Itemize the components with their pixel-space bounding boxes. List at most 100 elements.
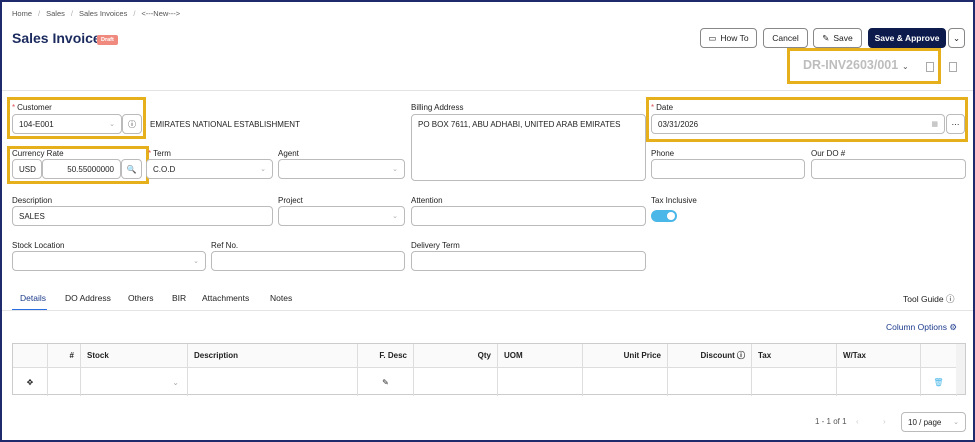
prev-page-chevron-left-icon[interactable]: ‹	[856, 417, 859, 426]
book-icon: ▭	[708, 32, 717, 43]
description-cell[interactable]	[188, 368, 358, 396]
column-options-link[interactable]: Column Options ⚙	[886, 322, 957, 333]
qty-cell[interactable]	[414, 368, 498, 396]
customer-name: EMIRATES NATIONAL ESTABLISHMENT	[150, 120, 300, 129]
doc-number-chevron-down-icon[interactable]: ⌄	[902, 62, 909, 71]
chevron-down-icon: ⌄	[109, 121, 115, 128]
customer-code-select[interactable]: 104-E001 ⌄	[12, 114, 122, 134]
chevron-down-icon: ⌄	[953, 419, 959, 426]
unit-price-cell[interactable]	[583, 368, 668, 396]
save-approve-button[interactable]: Save & Approve	[868, 28, 946, 48]
line-items-grid: # Stock Description F. Desc Qty UOM Unit…	[12, 343, 966, 396]
grid-header-discount: Discount ⓘ	[668, 344, 752, 368]
grid-header-description: Description	[188, 344, 358, 368]
pager-range: 1 - 1 of 1	[815, 417, 847, 426]
chevron-down-icon: ⌄	[260, 166, 266, 173]
tool-guide-link[interactable]: Tool Guide ⓘ	[903, 293, 955, 305]
discount-cell[interactable]	[668, 368, 752, 396]
calendar-icon: ▦	[931, 121, 938, 128]
grid-header-tax: Tax	[752, 344, 837, 368]
breadcrumb-home[interactable]: Home	[12, 9, 32, 18]
attention-label: Attention	[411, 196, 443, 205]
date-input[interactable]: 03/31/2026 ▦	[651, 114, 945, 134]
stock-select[interactable]: ⌄	[81, 368, 188, 396]
phone-input[interactable]	[651, 159, 805, 179]
grid-header-qty: Qty	[414, 344, 498, 368]
next-page-chevron-right-icon[interactable]: ›	[883, 417, 886, 426]
grid-header-uom: UOM	[498, 344, 583, 368]
date-label: * Date	[651, 103, 674, 112]
document-number: DR-INV2603/001	[803, 58, 899, 72]
trash-icon[interactable]: 🗑	[921, 368, 957, 396]
attention-input[interactable]	[411, 206, 646, 226]
delivery-term-input[interactable]	[411, 251, 646, 271]
page-title: Sales Invoice	[12, 30, 101, 46]
ellipsis-icon[interactable]: ⋯	[946, 114, 965, 134]
tax-inclusive-toggle[interactable]	[651, 210, 677, 222]
grid-header-number: #	[48, 344, 81, 368]
search-icon[interactable]: 🔍	[121, 159, 142, 179]
delivery-term-label: Delivery Term	[411, 241, 460, 250]
agent-label: Agent	[278, 149, 299, 158]
phone-label: Phone	[651, 149, 675, 158]
currency-rate-input[interactable]: 50.55000000	[42, 159, 121, 179]
tab-attachments[interactable]: Attachments	[202, 293, 249, 303]
tax-inclusive-label: Tax Inclusive	[651, 196, 697, 205]
our-do-input[interactable]	[811, 159, 966, 179]
chevron-down-icon: ⌄	[392, 166, 398, 173]
gear-icon: ⚙	[949, 322, 957, 332]
notes-icon[interactable]	[949, 62, 957, 72]
agent-select[interactable]: ⌄	[278, 159, 405, 179]
currency-code[interactable]: USD	[12, 159, 42, 179]
tabs-divider	[2, 310, 973, 311]
ref-no-label: Ref No.	[211, 241, 239, 250]
save-button[interactable]: ✎ Save	[813, 28, 862, 48]
header-divider	[2, 90, 973, 91]
billing-address-label: Billing Address	[411, 103, 464, 112]
how-to-button[interactable]: ▭ How To	[700, 28, 757, 48]
grid-header-unit-price: Unit Price	[583, 344, 668, 368]
currency-rate-label: Currency Rate	[12, 149, 64, 158]
project-select[interactable]: ⌄	[278, 206, 405, 226]
page-size-select[interactable]: 10 / page ⌄	[901, 412, 966, 432]
chevron-down-icon: ⌄	[193, 258, 199, 265]
tab-others[interactable]: Others	[128, 293, 154, 303]
grid-header-wtax: W/Tax	[837, 344, 921, 368]
status-badge: Draft	[97, 35, 118, 45]
drag-handle-icon[interactable]: ✥	[13, 368, 48, 396]
info-icon: ⓘ	[946, 294, 955, 304]
pencil-icon: ✎	[822, 32, 830, 43]
term-select[interactable]: C.O.D ⌄	[146, 159, 273, 179]
pencil-icon[interactable]: ✎	[358, 368, 414, 396]
grid-header-actions	[921, 344, 957, 368]
info-icon[interactable]: ⓘ	[122, 114, 142, 134]
chevron-down-icon: ⌄	[172, 377, 179, 387]
ref-no-input[interactable]	[211, 251, 405, 271]
breadcrumb-sales[interactable]: Sales	[46, 9, 65, 18]
description-label: Description	[12, 196, 53, 205]
cancel-button[interactable]: Cancel	[763, 28, 808, 48]
chevron-down-icon: ⌄	[392, 213, 398, 220]
customer-label: * Customer	[12, 103, 52, 112]
breadcrumb-sales-invoices[interactable]: Sales Invoices	[79, 9, 127, 18]
grid-header-f-desc: F. Desc	[358, 344, 414, 368]
tab-bir[interactable]: BIR	[172, 293, 186, 303]
grid-header-drag	[13, 344, 48, 368]
cell-number	[48, 368, 81, 396]
grid-scrollbar[interactable]	[956, 344, 965, 394]
breadcrumb-current: <---New--->	[141, 9, 181, 18]
uom-cell[interactable]	[498, 368, 583, 396]
document-icon[interactable]	[926, 62, 934, 72]
tab-notes[interactable]: Notes	[270, 293, 292, 303]
tab-details[interactable]: Details	[20, 293, 46, 303]
more-actions-chevron-down-icon[interactable]: ⌄	[948, 28, 965, 48]
info-icon: ⓘ	[737, 351, 745, 360]
tab-do-address[interactable]: DO Address	[65, 293, 111, 303]
breadcrumb: Home / Sales / Sales Invoices / <---New-…	[12, 9, 181, 18]
stock-location-select[interactable]: ⌄	[12, 251, 206, 271]
our-do-label: Our DO #	[811, 149, 846, 158]
tax-cell[interactable]	[752, 368, 837, 396]
wtax-cell[interactable]	[837, 368, 921, 396]
billing-address-textarea[interactable]: PO BOX 7611, ABU ADHABI, UNITED ARAB EMI…	[411, 114, 646, 181]
description-input[interactable]: SALES	[12, 206, 273, 226]
